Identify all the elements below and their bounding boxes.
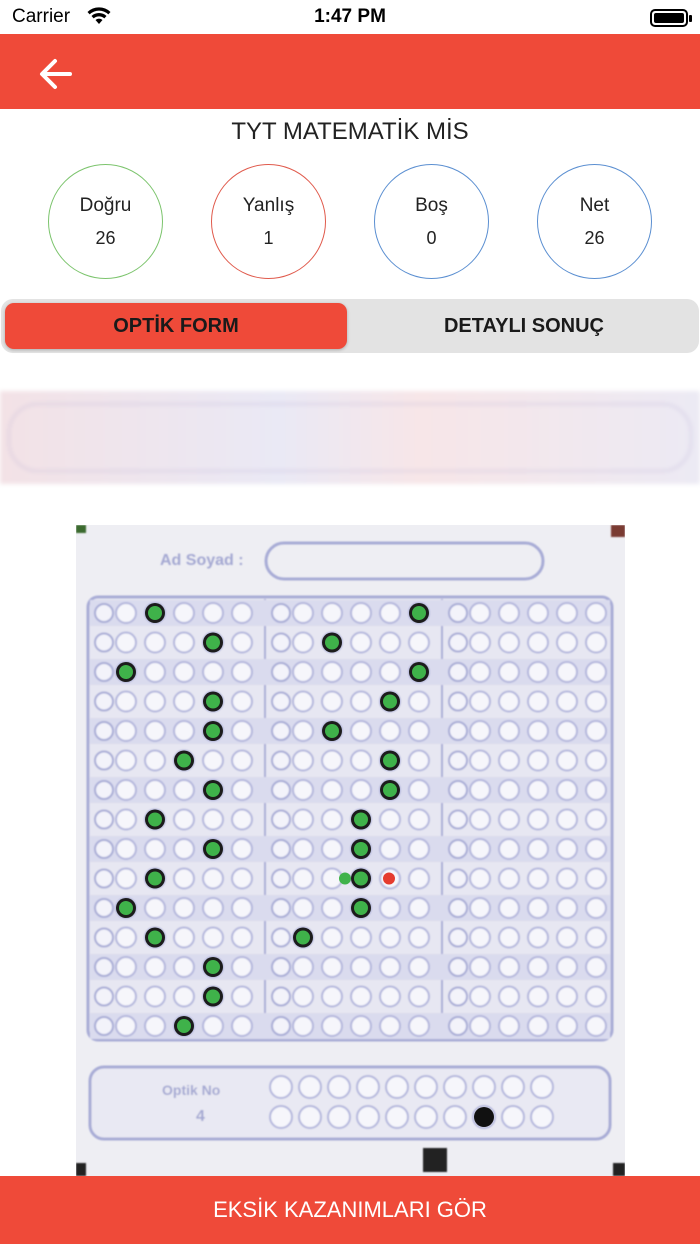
correct-answer-dot (119, 901, 133, 915)
correct-answer-dot (148, 930, 162, 945)
stat-correct: Doğru 26 (48, 164, 163, 279)
arrow-left-icon (40, 59, 72, 89)
correct-answer-dot (383, 694, 397, 709)
correct-answer-dot (354, 871, 368, 886)
back-button[interactable] (34, 54, 78, 94)
correct-answer-dot (412, 606, 426, 620)
stat-wrong: Yanlış 1 (211, 164, 326, 279)
optik-no-bubble (474, 1107, 494, 1127)
correct-answer-dot (206, 989, 220, 1004)
correct-answer-dot (325, 635, 339, 650)
nav-bar (0, 34, 700, 109)
tab-detayli-sonuc[interactable]: DETAYLI SONUÇ (353, 303, 695, 349)
optik-no-value: 4 (196, 1108, 205, 1125)
correct-answer-dot (206, 724, 220, 738)
correct-answer-dot (206, 694, 220, 709)
correct-answer-dot (206, 960, 220, 974)
correct-answer-dot (177, 1019, 191, 1033)
stat-empty: Boş 0 (374, 164, 489, 279)
name-field-label: Ad Soyad : (160, 552, 244, 569)
correct-answer-dot (354, 812, 368, 827)
optik-no-label: Optik No (162, 1082, 220, 1098)
correct-answer-dot (296, 930, 310, 945)
stat-label: Yanlış (242, 195, 295, 216)
correct-answer-dot (206, 842, 220, 856)
correct-answer-dot (412, 665, 426, 679)
stat-value: 1 (263, 228, 274, 248)
stat-label: Doğru (79, 195, 132, 216)
correct-answer-dot (148, 812, 162, 827)
status-bar: Carrier 1:47 PM (0, 0, 700, 34)
stat-value: 0 (426, 228, 437, 248)
correct-answer-dot (383, 783, 397, 797)
stat-value: 26 (584, 228, 605, 248)
stat-label: Net (579, 195, 610, 216)
missing-outcomes-button[interactable]: EKSİK KAZANIMLARI GÖR (0, 1176, 700, 1244)
correct-answer-dot (339, 872, 351, 885)
battery-icon (650, 9, 692, 27)
correct-answer-dot (383, 753, 397, 768)
status-time: 1:47 PM (314, 6, 386, 27)
wrong-answer-dot (383, 872, 395, 885)
segmented-control: OPTİK FORM DETAYLI SONUÇ (1, 299, 699, 353)
correct-answer-dot (148, 606, 162, 620)
correct-answer-dot (119, 665, 133, 679)
optical-form-image: Ad Soyad : Optik No 4 (76, 525, 625, 1176)
correct-answer-dot (325, 724, 339, 738)
correct-answer-dot (206, 783, 220, 797)
stat-label: Boş (415, 195, 448, 216)
blurred-image-strip (0, 391, 700, 484)
tab-optik-form[interactable]: OPTİK FORM (5, 303, 347, 349)
correct-answer-dot (354, 842, 368, 856)
stat-net: Net 26 (537, 164, 652, 279)
exam-title: TYT MATEMATİK MİS (231, 118, 469, 145)
correct-answer-dot (148, 871, 162, 886)
correct-answer-dot (206, 635, 220, 650)
stat-value: 26 (95, 228, 116, 248)
correct-answer-dot (177, 753, 191, 768)
correct-answer-dot (354, 901, 368, 915)
